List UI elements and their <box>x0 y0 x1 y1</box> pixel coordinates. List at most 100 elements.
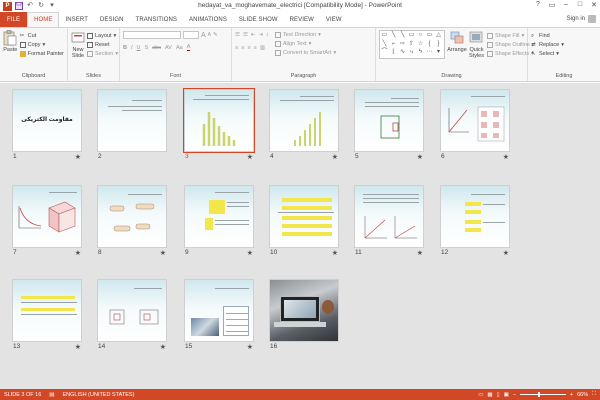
minimize-icon[interactable]: – <box>562 1 570 9</box>
shape-corner-icon[interactable]: ⌐ <box>390 41 397 48</box>
slide-thumbnail-12[interactable]: 12 ★ <box>440 185 510 257</box>
font-color-button[interactable]: A <box>186 44 191 51</box>
bullets-icon[interactable]: ☰ <box>235 32 240 38</box>
slide-4-preview[interactable] <box>269 89 339 152</box>
customize-qat-icon[interactable]: ▾ <box>48 2 56 10</box>
section-button[interactable]: Section ▾ <box>87 49 118 58</box>
slide-thumbnail-11[interactable]: 11 ★ <box>354 185 424 257</box>
slide-3-preview[interactable] <box>182 87 256 154</box>
slide-16-preview[interactable] <box>269 279 339 342</box>
undo-icon[interactable]: ↶ <box>26 2 34 10</box>
animation-star-icon[interactable]: ★ <box>247 153 253 161</box>
animation-star-icon[interactable]: ★ <box>417 153 423 161</box>
reset-button[interactable]: Reset <box>87 40 118 49</box>
animation-star-icon[interactable]: ★ <box>503 249 509 257</box>
select-button[interactable]: ↖ Select ▾ <box>531 49 597 58</box>
slide-9-preview[interactable] <box>184 185 254 248</box>
shape-line2-icon[interactable]: ╲ <box>399 32 406 39</box>
justify-icon[interactable]: ≡ <box>254 45 257 51</box>
shape-arrow-up-icon[interactable]: ⇧ <box>408 41 415 48</box>
animation-star-icon[interactable]: ★ <box>247 249 253 257</box>
powerpoint-icon[interactable]: P <box>3 1 12 11</box>
shape-line3-icon[interactable]: ╲ <box>381 41 388 48</box>
decrease-indent-icon[interactable]: ⇤ <box>251 32 256 38</box>
reading-view-icon[interactable]: ▯ <box>497 392 500 398</box>
align-center-icon[interactable]: ≡ <box>241 45 244 51</box>
shape-brace2-icon[interactable]: } <box>435 41 442 48</box>
slide-thumbnail-7[interactable]: 7 ★ <box>12 185 82 257</box>
clear-formatting-icon[interactable]: ✎ <box>213 32 218 38</box>
fit-slide-icon[interactable]: ⛶ <box>592 391 596 398</box>
animation-star-icon[interactable]: ★ <box>75 153 81 161</box>
italic-button[interactable]: I <box>131 45 133 51</box>
shape-brace-icon[interactable]: { <box>426 41 433 48</box>
tab-review[interactable]: REVIEW <box>284 12 320 27</box>
slide-thumbnail-4[interactable]: 4 ★ <box>269 89 339 161</box>
language-indicator[interactable]: ENGLISH (UNITED STATES) <box>59 392 139 398</box>
slide-thumbnail-6[interactable]: 6 ★ <box>440 89 510 161</box>
zoom-slider-thumb[interactable] <box>537 392 540 397</box>
slide-sorter-view-icon[interactable]: ▦ <box>487 392 492 398</box>
slide-thumbnail-16[interactable]: 16 <box>269 279 339 351</box>
shapes-gallery[interactable]: ▭ ╲ ╲ ▭ ○ ▭ △ ╲ ⌐ ⇨ ⇧ ☆{} ⌒ ⌊ ∿ ⤷ ϟ ⋯ ▾ <box>379 30 445 59</box>
paste-button[interactable]: Paste <box>3 30 18 58</box>
bold-button[interactable]: B <box>123 45 127 51</box>
text-direction-button[interactable]: Text Direction ▾ <box>274 30 336 39</box>
shapes-more-icon[interactable]: ▾ <box>435 49 442 56</box>
animation-star-icon[interactable]: ★ <box>503 153 509 161</box>
save-icon[interactable] <box>15 2 23 10</box>
cut-button[interactable]: ✂ Cut <box>20 31 64 40</box>
align-text-button[interactable]: Align Text ▾ <box>274 39 336 48</box>
shadow-button[interactable]: S <box>145 45 149 51</box>
slide-thumbnail-9[interactable]: 9 ★ <box>184 185 254 257</box>
slide-thumbnail-13[interactable]: 13 ★ <box>12 279 82 351</box>
columns-icon[interactable]: ▥ <box>260 45 265 51</box>
arrange-button[interactable]: Arrange <box>447 30 467 59</box>
shape-line-icon[interactable]: ╲ <box>390 32 397 39</box>
font-name-combo[interactable] <box>123 31 181 39</box>
redo-icon[interactable]: ↻ <box>37 2 45 10</box>
avatar[interactable] <box>588 15 596 23</box>
slide-8-preview[interactable] <box>97 185 167 248</box>
tab-animations[interactable]: ANIMATIONS <box>183 12 233 27</box>
spellcheck-icon[interactable]: ▤ <box>45 392 58 398</box>
replace-button[interactable]: ⇄ Replace ▾ <box>531 40 597 49</box>
copy-button[interactable]: Copy ▾ <box>19 40 64 49</box>
tab-slide-show[interactable]: SLIDE SHOW <box>233 12 284 27</box>
shape-rect-icon[interactable]: ▭ <box>381 32 388 39</box>
tab-view[interactable]: VIEW <box>320 12 348 27</box>
shape-star-icon[interactable]: ☆ <box>417 41 424 48</box>
grow-font-icon[interactable]: A <box>201 32 206 39</box>
shape-triangle-icon[interactable]: △ <box>435 32 442 39</box>
normal-view-icon[interactable]: ▭ <box>478 392 483 398</box>
align-right-icon[interactable]: ≡ <box>247 45 250 51</box>
sign-in-label[interactable]: Sign in <box>567 16 585 22</box>
shape-bracket-icon[interactable]: ⌊ <box>390 49 397 56</box>
slide-thumbnail-5[interactable]: 5 ★ <box>354 89 424 161</box>
slide-counter[interactable]: SLIDE 3 OF 16 <box>0 392 45 398</box>
close-icon[interactable]: ✕ <box>590 1 598 9</box>
slide-7-preview[interactable] <box>12 185 82 248</box>
help-icon[interactable]: ? <box>534 1 542 9</box>
sign-in[interactable]: Sign in <box>567 15 596 23</box>
animation-star-icon[interactable]: ★ <box>417 249 423 257</box>
slide-6-preview[interactable] <box>440 89 510 152</box>
animation-star-icon[interactable]: ★ <box>247 343 253 351</box>
slide-5-preview[interactable] <box>354 89 424 152</box>
format-painter-button[interactable]: Format Painter <box>19 49 64 58</box>
slide-11-preview[interactable] <box>354 185 424 248</box>
shape-more-icon[interactable]: ⋯ <box>426 49 433 56</box>
shape-oval-icon[interactable]: ○ <box>417 32 424 39</box>
underline-button[interactable]: U <box>137 45 141 51</box>
tab-home[interactable]: HOME <box>27 12 60 27</box>
quick-styles-button[interactable]: Quick Styles <box>469 30 484 59</box>
convert-smartart-button[interactable]: Convert to SmartArt ▾ <box>274 48 336 57</box>
slide-thumbnail-10[interactable]: 10 ★ <box>269 185 339 257</box>
layout-button[interactable]: Layout ▾ <box>87 31 118 40</box>
slide-thumbnail-15[interactable]: 15 ★ <box>184 279 254 351</box>
shape-rect2-icon[interactable]: ▭ <box>408 32 415 39</box>
animation-star-icon[interactable]: ★ <box>160 249 166 257</box>
char-spacing-button[interactable]: AV <box>165 45 172 51</box>
new-slide-button[interactable]: New Slide <box>71 30 85 59</box>
tab-file[interactable]: FILE <box>0 12 28 27</box>
